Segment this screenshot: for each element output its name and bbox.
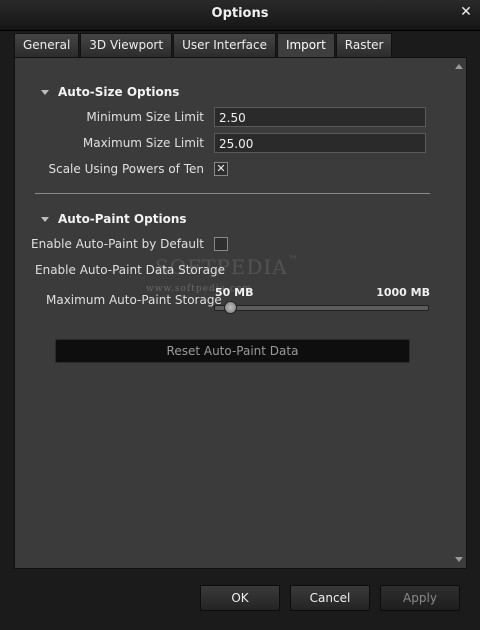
window-title: Options [211,6,269,21]
collapse-triangle-icon [41,216,49,222]
slider-max-label: 1000 MB [376,286,430,299]
auto-size-heading: Auto-Size Options [58,85,180,99]
tab-user-interface[interactable]: User Interface [173,33,276,57]
close-icon[interactable]: ✕ [458,4,474,20]
auto-paint-heading: Auto-Paint Options [58,212,187,226]
max-size-label: Maximum Size Limit [82,136,204,150]
max-storage-label: Maximum Auto-Paint Storage [46,293,222,307]
tab-import[interactable]: Import [276,33,335,57]
import-panel: Auto-Size Options Minimum Size Limit 2.5… [14,57,467,569]
scroll-up-icon[interactable] [455,64,463,69]
section-divider [35,193,430,194]
tab-raster[interactable]: Raster [335,33,393,57]
title-bar: Options ✕ [0,0,480,31]
scale-powers-checkbox[interactable]: ✕ [214,162,228,176]
scale-powers-label: Scale Using Powers of Ten [48,162,204,176]
watermark-brand: SOFTPEDIA [155,255,288,279]
collapse-triangle-icon [41,89,49,95]
scroll-down-icon[interactable] [455,557,463,562]
watermark-tm: ™ [287,255,299,266]
min-size-label: Minimum Size Limit [86,110,204,124]
storage-slider-thumb[interactable] [224,301,237,314]
enable-auto-paint-label: Enable Auto-Paint by Default [31,237,204,251]
cancel-button[interactable]: Cancel [290,585,370,611]
auto-size-section-header[interactable]: Auto-Size Options [41,85,179,99]
ok-button[interactable]: OK [200,585,280,611]
enable-auto-paint-checkbox[interactable] [214,237,228,251]
reset-auto-paint-button[interactable]: Reset Auto-Paint Data [55,339,410,363]
slider-min-label: 50 MB [215,286,254,299]
vertical-scrollbar[interactable] [454,58,466,568]
watermark-logo: SOFTPEDIA™ [155,255,299,279]
apply-button[interactable]: Apply [380,585,460,611]
min-size-input[interactable]: 2.50 [214,107,426,127]
tab-general[interactable]: General [14,33,80,57]
max-size-input[interactable]: 25.00 [214,133,426,153]
tab-3d-viewport[interactable]: 3D Viewport [80,33,173,57]
tab-bar: General 3D Viewport User Interface Impor… [14,33,393,57]
auto-paint-section-header[interactable]: Auto-Paint Options [41,212,187,226]
storage-slider-track[interactable] [214,305,429,311]
